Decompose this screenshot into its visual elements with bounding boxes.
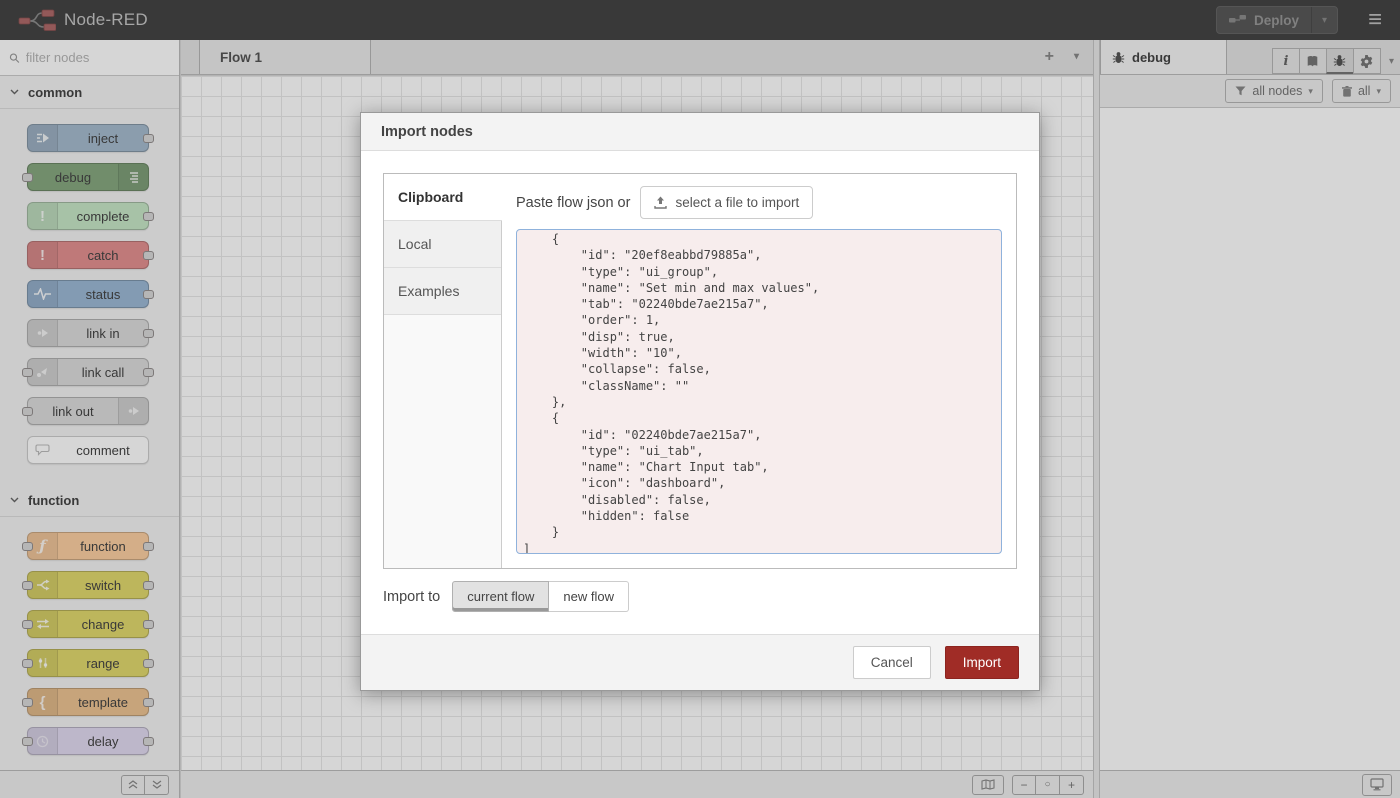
flow-json-textarea[interactable]: { "id": "20ef8eabbd79885a", "type": "ui_… — [516, 229, 1002, 554]
upload-icon — [654, 196, 667, 209]
new-flow-button[interactable]: new flow — [549, 581, 629, 612]
cancel-button[interactable]: Cancel — [853, 646, 931, 679]
dialog-header: Import nodes — [361, 113, 1039, 151]
import-button[interactable]: Import — [945, 646, 1019, 679]
dialog-title: Import nodes — [381, 124, 473, 140]
dialog-body: Clipboard Local Examples Paste flow json… — [361, 151, 1039, 634]
import-to-label: Import to — [383, 589, 440, 605]
select-file-label: select a file to import — [675, 195, 799, 210]
current-flow-label: current flow — [467, 589, 534, 604]
tab-examples[interactable]: Examples — [384, 268, 501, 315]
import-target-group: current flow new flow — [452, 581, 629, 612]
paste-flow-label: Paste flow json or — [516, 195, 630, 211]
new-flow-label: new flow — [563, 589, 614, 604]
tab-label: Local — [398, 236, 431, 252]
tab-local[interactable]: Local — [384, 221, 501, 268]
current-flow-button[interactable]: current flow — [452, 581, 549, 612]
node-red-app: Node-RED Deploy ▾ ≡ — [0, 0, 1400, 798]
tab-label: Examples — [398, 283, 459, 299]
import-target-row: Import to current flow new flow — [383, 581, 1017, 612]
select-file-button[interactable]: select a file to import — [640, 186, 813, 219]
tab-label: Clipboard — [398, 189, 463, 205]
dialog-footer: Cancel Import — [361, 634, 1039, 690]
import-editor-box: Clipboard Local Examples Paste flow json… — [383, 173, 1017, 569]
import-source-tabs: Clipboard Local Examples — [384, 174, 502, 568]
import-nodes-dialog: Import nodes Clipboard Local Examples — [360, 112, 1040, 691]
clipboard-pane: Paste flow json or select a file to impo… — [502, 174, 1016, 568]
tab-clipboard[interactable]: Clipboard — [384, 174, 502, 221]
